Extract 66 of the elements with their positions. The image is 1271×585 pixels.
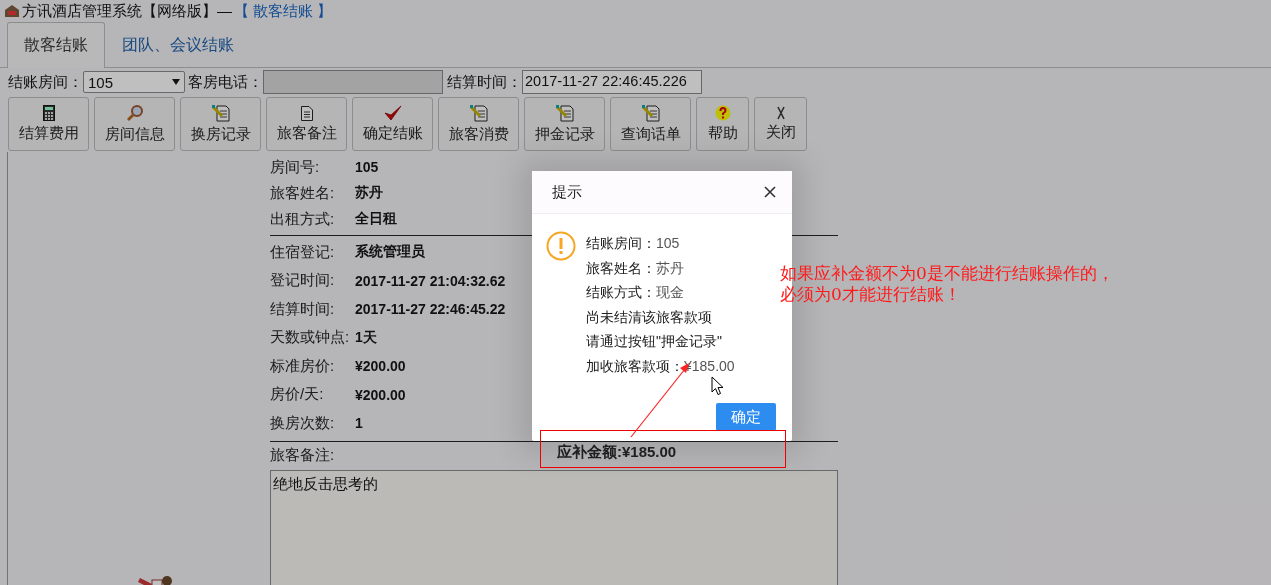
toolbar-button[interactable]: 查询话单 [610, 97, 691, 151]
magnifier-icon [125, 104, 144, 122]
document-pen-icon [641, 104, 660, 122]
detail-label: 出租方式: [270, 209, 336, 229]
dialog-message-line: 尚未结清该旅客款项 [586, 307, 713, 327]
detail-value: 全日租 [355, 210, 397, 228]
toolbar-button[interactable]: 旅客备注 [266, 97, 347, 151]
detail-label: 换房次数: [270, 413, 336, 433]
phone-field[interactable] [263, 70, 443, 94]
warning-icon [546, 231, 576, 261]
window-subtitle: 【 散客结账 】 [234, 1, 333, 21]
detail-value: ¥200.00 [355, 358, 406, 375]
detail-value: ¥200.00 [355, 386, 406, 403]
time-field[interactable]: 2017-11-27 22:46:45.226 [522, 70, 702, 94]
help-icon [714, 105, 731, 121]
detail-label: 房间号: [270, 157, 321, 177]
calculator-icon [42, 105, 55, 121]
detail-label: 旅客姓名: [270, 183, 336, 203]
dropdown-caret-icon [172, 79, 180, 85]
detail-value: 系统管理员 [355, 243, 425, 262]
field-label: 结账房间： [8, 72, 83, 92]
cursor-icon [711, 376, 724, 396]
dialog-message-line: 请通过按钮"押金记录" [586, 332, 723, 351]
dialog-title: 提示 [552, 182, 582, 202]
field-label: 结算时间： [447, 72, 522, 92]
app-logo-icon [4, 4, 20, 18]
toolbar-button[interactable]: 结算费用 [8, 97, 89, 151]
notes-label: 旅客备注: [270, 446, 336, 465]
detail-label: 住宿登记: [270, 242, 336, 262]
toolbar-button[interactable]: 换房记录 [180, 97, 261, 151]
field-label: 客房电话： [188, 72, 263, 92]
dialog-message-line: 结账方式：现金 [586, 283, 685, 302]
room-select[interactable]: 105 [83, 71, 185, 93]
document-pen-icon [469, 104, 488, 122]
dialog-message-line: 旅客姓名：苏丹 [586, 258, 685, 278]
tab[interactable]: 散客结账 [7, 22, 105, 68]
detail-value: 105 [355, 159, 379, 175]
dialog-message-line: 结账房间：105 [586, 234, 681, 253]
detail-value: 1 [355, 415, 363, 432]
toolbar-button[interactable]: 旅客消费 [438, 97, 519, 151]
detail-label: 房价/天: [270, 385, 325, 405]
toolbar-button[interactable]: 押金记录 [524, 97, 605, 151]
detail-value: 苏丹 [355, 184, 383, 202]
close-button[interactable] [764, 186, 776, 198]
document-pen-icon [211, 104, 230, 122]
notes-field[interactable]: 绝地反击思考的 [270, 469, 838, 585]
detail-label: 天数或钟点: [270, 328, 351, 348]
checkmark-icon [383, 105, 402, 121]
toolbar-button[interactable]: 帮助 [696, 97, 749, 151]
detail-label: 登记时间: [270, 271, 336, 291]
detail-value: 1天 [355, 328, 377, 347]
close-icon [775, 106, 786, 120]
toolbar-button[interactable]: 房间信息 [94, 97, 175, 151]
tab[interactable]: 团队、会议结账 [105, 22, 251, 67]
window-title: 方讯酒店管理系统【网络版】— [22, 1, 232, 21]
toolbar-button[interactable]: 确定结账 [352, 97, 433, 151]
detail-value: 2017-11-27 22:46:45.22 [355, 301, 506, 318]
dialog-message-line: 加收旅客款项：¥185.00 [586, 356, 735, 376]
document-pen-icon [555, 104, 574, 122]
annotation-note: 如果应补金额不为0是不能进行结账操作的， 必须为0才能进行结账！ [780, 263, 1114, 305]
document-icon [300, 105, 313, 121]
detail-label: 结算时间: [270, 299, 336, 319]
amount-due: 应补金额:¥185.00 [557, 444, 677, 460]
detail-label: 标准房价: [270, 356, 336, 376]
detail-value: 2017-11-27 21:04:32.62 [355, 272, 506, 289]
toolbar-button[interactable]: 关闭 [754, 97, 807, 151]
